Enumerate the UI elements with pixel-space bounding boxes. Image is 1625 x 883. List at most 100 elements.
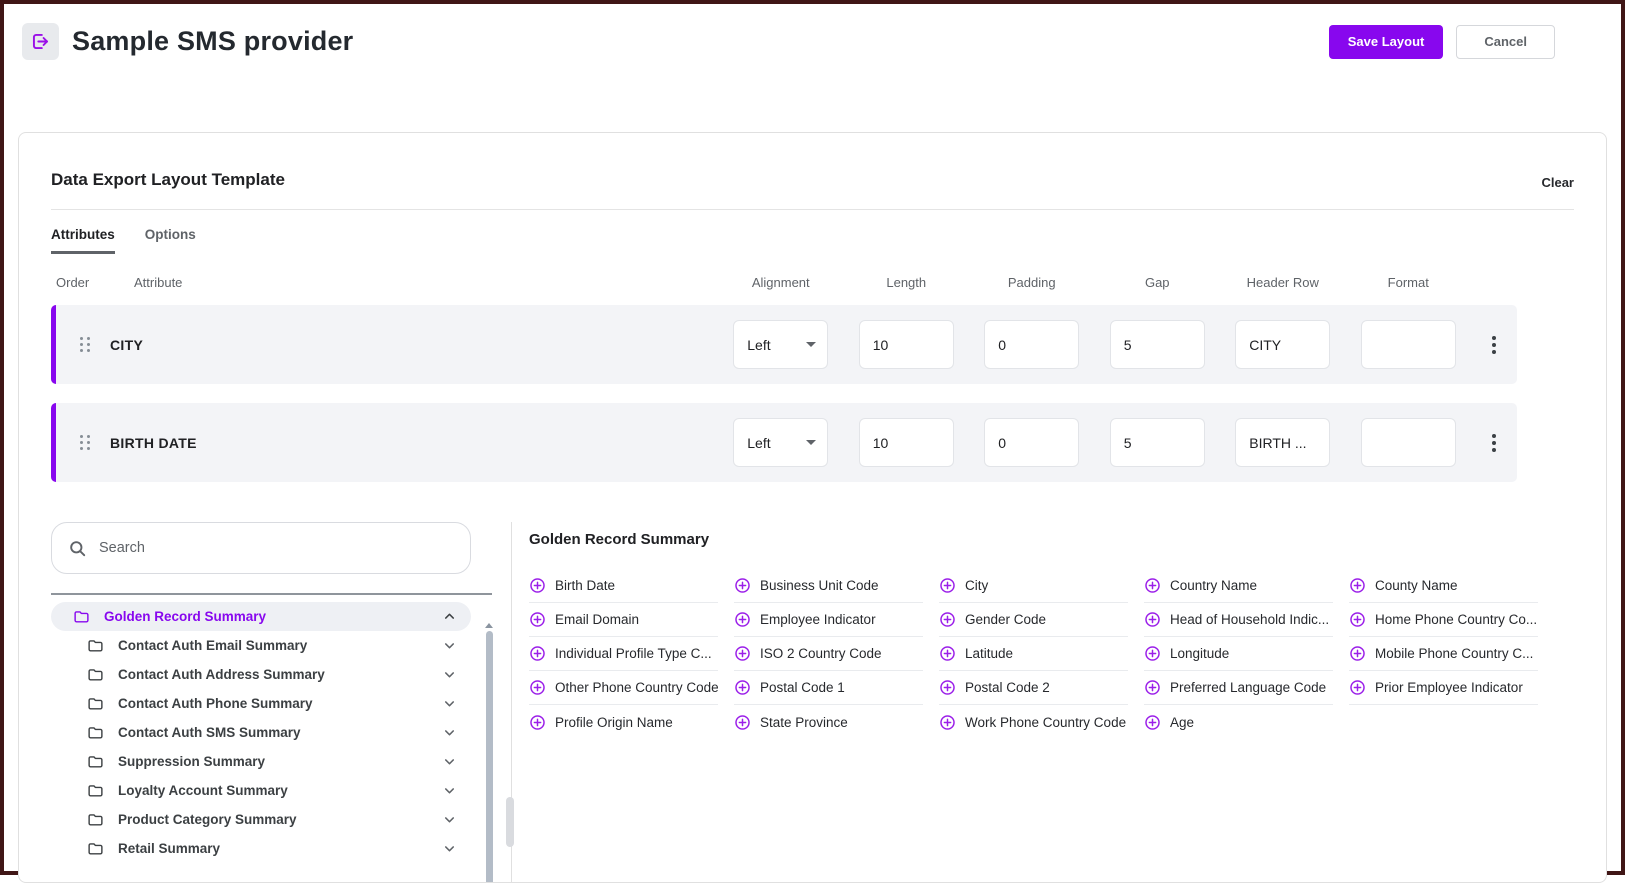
add-circle-icon[interactable] xyxy=(529,611,546,628)
chevron-down-icon[interactable] xyxy=(442,754,457,769)
cancel-button[interactable]: Cancel xyxy=(1456,25,1555,59)
addable-attribute[interactable]: Postal Code 1 xyxy=(734,671,923,705)
format-input[interactable] xyxy=(1361,418,1456,467)
add-circle-icon[interactable] xyxy=(939,714,956,731)
addable-attribute[interactable]: Individual Profile Type C... xyxy=(529,637,718,671)
chevron-down-icon[interactable] xyxy=(442,696,457,711)
scrollbar-up-arrow[interactable] xyxy=(485,623,493,628)
alignment-value: Left xyxy=(747,337,770,353)
column-header-alignment: Alignment xyxy=(718,275,844,290)
addable-attribute[interactable]: ISO 2 Country Code xyxy=(734,637,923,671)
chevron-down-icon[interactable] xyxy=(442,812,457,827)
addable-attribute[interactable]: Profile Origin Name xyxy=(529,705,718,739)
add-circle-icon[interactable] xyxy=(529,714,546,731)
chevron-down-icon[interactable] xyxy=(442,638,457,653)
addable-attribute[interactable]: State Province xyxy=(734,705,923,739)
add-circle-icon[interactable] xyxy=(1144,645,1161,662)
length-input[interactable] xyxy=(859,418,954,467)
tab-options[interactable]: Options xyxy=(145,227,196,254)
addable-attribute[interactable]: Home Phone Country Co... xyxy=(1349,603,1538,637)
add-circle-icon[interactable] xyxy=(939,679,956,696)
addable-attribute[interactable]: Employee Indicator xyxy=(734,603,923,637)
alignment-select[interactable]: Left xyxy=(733,418,828,467)
save-layout-button[interactable]: Save Layout xyxy=(1329,25,1444,59)
addable-attribute[interactable]: Email Domain xyxy=(529,603,718,637)
scrollbar-thumb[interactable] xyxy=(486,631,493,883)
tree-item[interactable]: Golden Record Summary xyxy=(51,602,471,631)
add-circle-icon[interactable] xyxy=(1144,714,1161,731)
add-circle-icon[interactable] xyxy=(1349,645,1366,662)
chevron-down-icon[interactable] xyxy=(442,725,457,740)
search-input[interactable] xyxy=(99,540,454,556)
attribute-name: CITY xyxy=(110,337,143,353)
chevron-down-icon[interactable] xyxy=(442,783,457,798)
addable-attribute[interactable]: Mobile Phone Country C... xyxy=(1349,637,1538,671)
kebab-menu-icon[interactable] xyxy=(1488,430,1500,456)
chevron-down-icon[interactable] xyxy=(442,667,457,682)
addable-attribute[interactable]: County Name xyxy=(1349,569,1538,603)
add-circle-icon[interactable] xyxy=(1349,577,1366,594)
chevron-down-icon[interactable] xyxy=(442,841,457,856)
tree-item[interactable]: Loyalty Account Summary xyxy=(51,776,471,805)
padding-input[interactable] xyxy=(984,418,1079,467)
addable-attribute[interactable]: Head of Household Indic... xyxy=(1144,603,1333,637)
addable-attribute[interactable]: Longitude xyxy=(1144,637,1333,671)
clear-button[interactable]: Clear xyxy=(1541,175,1574,190)
add-circle-icon[interactable] xyxy=(939,611,956,628)
add-circle-icon[interactable] xyxy=(734,645,751,662)
add-circle-icon[interactable] xyxy=(734,679,751,696)
addable-attribute[interactable]: Postal Code 2 xyxy=(939,671,1128,705)
addable-attribute[interactable]: Birth Date xyxy=(529,569,718,603)
tree-item[interactable]: Retail Summary xyxy=(51,834,471,863)
add-circle-icon[interactable] xyxy=(1144,577,1161,594)
drag-handle-icon[interactable] xyxy=(80,337,90,352)
gap-input[interactable] xyxy=(1110,418,1205,467)
tree-item[interactable]: Contact Auth SMS Summary xyxy=(51,718,471,747)
add-circle-icon[interactable] xyxy=(1144,679,1161,696)
add-circle-icon[interactable] xyxy=(734,714,751,731)
format-input[interactable] xyxy=(1361,320,1456,369)
add-circle-icon[interactable] xyxy=(734,611,751,628)
addable-attribute[interactable]: Business Unit Code xyxy=(734,569,923,603)
add-circle-icon[interactable] xyxy=(1144,611,1161,628)
tree-item[interactable]: Contact Auth Address Summary xyxy=(51,660,471,689)
tree-item[interactable]: Suppression Summary xyxy=(51,747,471,776)
add-circle-icon[interactable] xyxy=(529,679,546,696)
add-circle-icon[interactable] xyxy=(1349,679,1366,696)
chevron-up-icon[interactable] xyxy=(442,609,457,624)
addable-attribute[interactable]: Latitude xyxy=(939,637,1128,671)
addable-attribute[interactable]: Preferred Language Code xyxy=(1144,671,1333,705)
addable-attribute[interactable]: Prior Employee Indicator xyxy=(1349,671,1538,705)
panel-scrollbar-thumb[interactable] xyxy=(506,797,514,847)
add-circle-icon[interactable] xyxy=(529,577,546,594)
tree-scrollbar[interactable] xyxy=(485,623,493,883)
header-row-input[interactable] xyxy=(1235,418,1330,467)
addable-attribute[interactable]: Age xyxy=(1144,705,1333,739)
add-circle-icon[interactable] xyxy=(939,577,956,594)
addable-attribute[interactable]: Country Name xyxy=(1144,569,1333,603)
folder-icon xyxy=(87,811,104,828)
tree-item[interactable]: Contact Auth Email Summary xyxy=(51,631,471,660)
drag-handle-icon[interactable] xyxy=(80,435,90,450)
folder-icon xyxy=(87,753,104,770)
addable-attribute[interactable]: Gender Code xyxy=(939,603,1128,637)
alignment-select[interactable]: Left xyxy=(733,320,828,369)
tree-item[interactable]: Product Category Summary xyxy=(51,805,471,834)
tree-item[interactable]: Contact Auth Phone Summary xyxy=(51,689,471,718)
add-circle-icon[interactable] xyxy=(529,645,546,662)
app-window: { "header": { "icon": "export-icon", "ti… xyxy=(0,0,1625,875)
addable-attribute[interactable]: Work Phone Country Code xyxy=(939,705,1128,739)
kebab-menu-icon[interactable] xyxy=(1488,332,1500,358)
panel-title: Golden Record Summary xyxy=(529,531,1574,548)
gap-input[interactable] xyxy=(1110,320,1205,369)
addable-attribute[interactable]: City xyxy=(939,569,1128,603)
padding-input[interactable] xyxy=(984,320,1079,369)
header-row-input[interactable] xyxy=(1235,320,1330,369)
addable-attribute[interactable]: Other Phone Country Code xyxy=(529,671,718,705)
folder-icon xyxy=(87,840,104,857)
add-circle-icon[interactable] xyxy=(734,577,751,594)
length-input[interactable] xyxy=(859,320,954,369)
tab-attributes[interactable]: Attributes xyxy=(51,227,115,254)
add-circle-icon[interactable] xyxy=(939,645,956,662)
add-circle-icon[interactable] xyxy=(1349,611,1366,628)
